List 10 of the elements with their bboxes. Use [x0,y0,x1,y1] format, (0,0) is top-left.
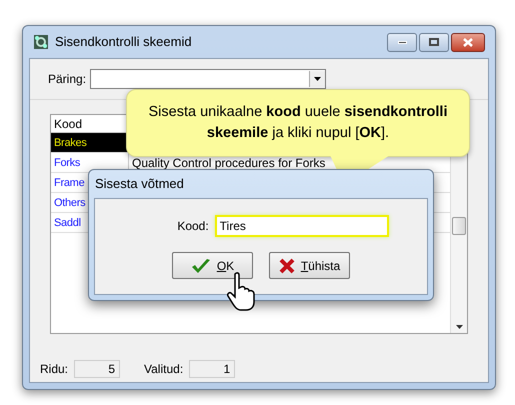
dialog-title: Sisesta võtmed [94,175,185,193]
selected-label: Valitud: [144,361,184,378]
code-label: Kood: [177,218,209,235]
rows-label: Ridu: [40,361,68,378]
table-cell-text: Quality Control procedures for Forks [131,155,326,172]
rows-count: 5 [74,360,120,378]
callout-text: Sisesta unikaalne kood uuele sisendkontrolli skeemile ja kliki nupul [OK]. [147,103,448,143]
query-label: Päring: [48,71,86,88]
window-title: Sisendkontrolli skeemid [55,33,192,52]
selected-count: 1 [189,360,236,378]
